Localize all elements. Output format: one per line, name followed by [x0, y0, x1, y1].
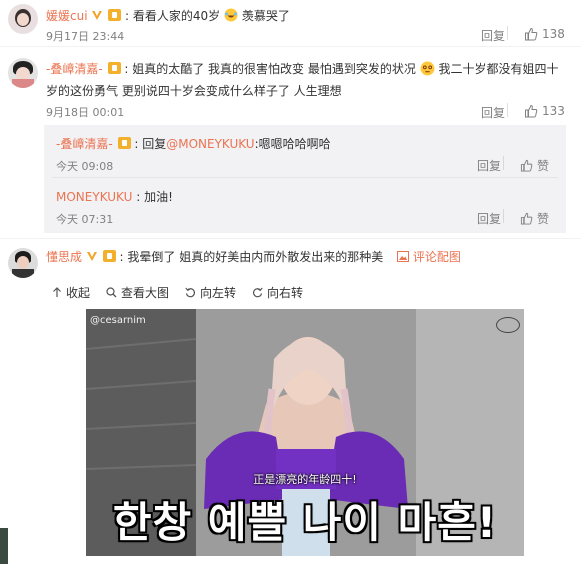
rotate-left-button[interactable]: 向左转: [185, 284, 236, 301]
reply-item: MONEYKUKU : 加油!: [56, 190, 173, 204]
vip-level-icon: [117, 137, 131, 149]
thumbs-up-icon: [525, 27, 538, 41]
image-icon: [397, 251, 410, 262]
like-button[interactable]: 赞: [520, 157, 549, 174]
comment-image[interactable]: @cesarnim 正是漂亮的年龄四十! 한창 예쁠 나이 마흔!: [86, 309, 524, 556]
avatar[interactable]: [8, 58, 38, 88]
like-button[interactable]: 133: [524, 104, 565, 118]
image-toolbar: 收起 查看大图 向左转 向右转: [52, 280, 562, 304]
reply-text: :嗯嗯哈哈啊哈: [254, 137, 331, 151]
rotate-right-button[interactable]: 向右转: [252, 284, 303, 301]
reply-button[interactable]: 回复: [477, 210, 501, 227]
reply-list: -叠嶂清嘉- : 回复@MONEYKUKU:嗯嗯哈哈啊哈 今天 09:08 回复…: [44, 125, 566, 233]
divider: [0, 238, 581, 239]
mention-link[interactable]: @MONEYKUKU: [166, 137, 254, 151]
avatar[interactable]: [8, 4, 38, 34]
comment-text: 我晕倒了 姐真的好美由内而外散发出来的那种美: [127, 250, 384, 264]
reply-button[interactable]: 回复: [481, 27, 505, 44]
dazed-emoji-icon: [420, 61, 435, 76]
comment-image-link[interactable]: 评论配图: [397, 250, 461, 264]
reply-time: 今天 09:08: [56, 160, 114, 173]
next-avatar-edge: [0, 528, 8, 564]
image-watermark: @cesarnim: [90, 315, 146, 326]
rotate-right-icon: [253, 287, 263, 297]
avatar[interactable]: [8, 248, 38, 278]
rotate-left-label: 向左转: [200, 285, 237, 300]
reply-prefix: 回复: [142, 137, 167, 151]
vip-level-icon: [107, 62, 121, 74]
username[interactable]: 媛媛cui: [46, 9, 88, 23]
reply-username[interactable]: MONEYKUKU: [56, 190, 132, 204]
reply-button[interactable]: 回复: [481, 104, 505, 121]
comment-text-tail: 我二十岁都没有姐四十: [438, 62, 559, 76]
reply-username[interactable]: -叠嶂清嘉-: [56, 137, 113, 151]
rotate-left-icon: [185, 287, 196, 297]
divider: [52, 177, 558, 178]
like-count: 133: [542, 104, 565, 118]
divider: [507, 103, 508, 117]
laugh-cry-emoji-icon: [224, 8, 238, 22]
comment-image-label: 评论配图: [412, 250, 461, 264]
like-label: 赞: [537, 212, 550, 226]
image-caption-small: 正是漂亮的年龄四十!: [253, 473, 357, 486]
vip-level-icon: [108, 9, 122, 21]
comment-text-line2: 岁的这份勇气 更别说四十岁会变成什么样子了 人生理想: [46, 84, 342, 98]
like-label: 赞: [537, 159, 550, 173]
like-button[interactable]: 138: [524, 27, 565, 41]
username[interactable]: 懂思成: [46, 250, 82, 264]
thumbs-up-icon: [520, 212, 533, 225]
magnifier-icon: [106, 286, 117, 297]
thumbs-up-icon: [525, 104, 538, 118]
like-button[interactable]: 赞: [520, 210, 549, 227]
comment-text: 看看人家的40岁: [132, 9, 221, 23]
reply-button[interactable]: 回复: [477, 157, 501, 174]
reply-text: 加油!: [144, 190, 173, 204]
like-count: 138: [542, 27, 565, 41]
comment-time: 9月17日 23:44: [46, 30, 125, 43]
comment-text-tail: 羡慕哭了: [241, 9, 290, 23]
rotate-right-label: 向右转: [267, 285, 304, 300]
thumbs-up-icon: [520, 159, 533, 172]
logo-sticker: [496, 317, 520, 333]
view-large-label: 查看大图: [121, 285, 170, 300]
image-caption-big: 한창 예쁠 나이 마흔!: [112, 498, 498, 547]
divider: [503, 156, 504, 170]
comment-time: 9月18日 00:01: [46, 106, 125, 119]
vip-level-icon: [102, 250, 116, 262]
divider: [503, 209, 504, 223]
divider: [507, 26, 508, 40]
collapse-label: 收起: [66, 285, 91, 300]
divider: [0, 46, 581, 47]
comment-text: 姐真的太酷了 我真的很害怕改变 最怕遇到突发的状况: [132, 62, 416, 76]
view-large-button[interactable]: 查看大图: [106, 284, 169, 301]
verified-v-icon: [92, 11, 103, 20]
reply-time: 今天 07:31: [56, 213, 114, 226]
arrow-up-icon: [53, 286, 61, 297]
verified-v-icon: [86, 252, 97, 261]
username[interactable]: -叠嶂清嘉-: [46, 62, 103, 76]
collapse-button[interactable]: 收起: [52, 284, 90, 301]
reply-item: -叠嶂清嘉- : 回复@MONEYKUKU:嗯嗯哈哈啊哈: [56, 137, 331, 151]
